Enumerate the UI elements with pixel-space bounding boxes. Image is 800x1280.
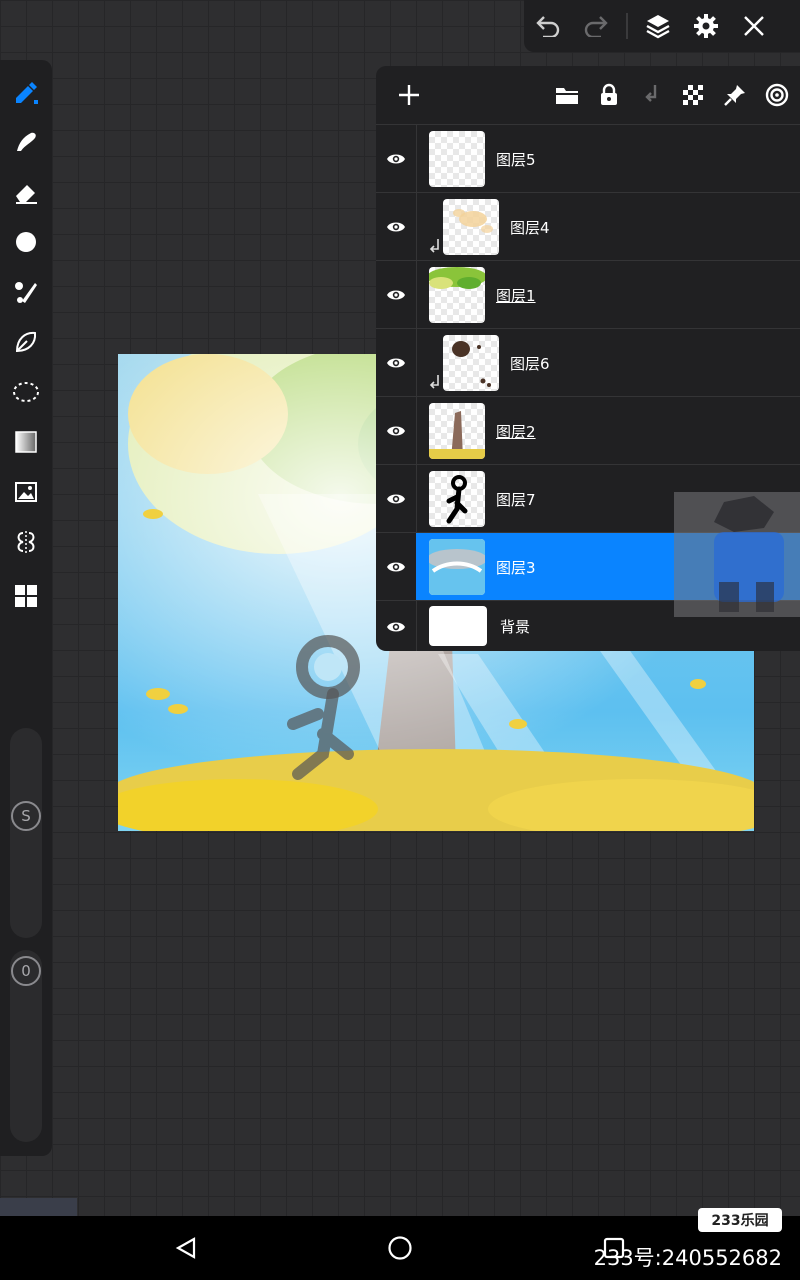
opacity-label: 0 [21, 962, 31, 980]
home-icon[interactable] [370, 1216, 430, 1280]
top-bar [524, 0, 800, 52]
brush-size-label: S [21, 807, 31, 825]
opacity-knob[interactable]: 0 [11, 956, 41, 986]
visibility-eye-icon[interactable] [376, 329, 416, 397]
layer-thumbnail [429, 267, 485, 323]
watermark-badge: 233乐园 [698, 1208, 782, 1232]
visibility-eye-icon[interactable] [376, 533, 416, 601]
visibility-eye-icon[interactable] [376, 601, 416, 652]
brush-size-slider[interactable] [10, 728, 42, 938]
layer-name: 图层4 [510, 219, 550, 237]
redo-icon[interactable] [572, 0, 620, 52]
watermark-text: 233号:240552682 [593, 1246, 782, 1270]
visibility-eye-icon[interactable] [376, 125, 416, 193]
layer-name: 图层5 [496, 151, 536, 169]
layer-name: 背景 [500, 618, 531, 636]
visibility-eye-icon[interactable] [376, 261, 416, 329]
lock-icon[interactable] [588, 66, 630, 124]
layer-row-5[interactable]: 图层5 [376, 124, 800, 192]
layers-icon[interactable] [634, 0, 682, 52]
selection-icon[interactable] [0, 370, 52, 414]
add-layer-icon[interactable] [388, 66, 430, 124]
brush-size-knob[interactable]: S [11, 801, 41, 831]
smudge-icon[interactable] [0, 120, 52, 164]
layer-thumbnail [429, 606, 487, 646]
layer-name: 图层1 [496, 287, 536, 305]
pen-icon[interactable] [0, 70, 52, 114]
layer-thumbnail [429, 539, 485, 595]
transparency-icon[interactable] [672, 66, 714, 124]
clip-arrow-icon [428, 373, 440, 391]
layer-name: 图层2 [496, 423, 536, 441]
layer-thumbnail [443, 199, 499, 255]
layer-row-4[interactable]: 图层4 [376, 192, 800, 260]
target-icon[interactable] [756, 66, 798, 124]
fill-icon[interactable] [0, 220, 52, 264]
symmetry-icon[interactable] [0, 520, 52, 564]
layer-row-1[interactable]: 图层1 [376, 260, 800, 328]
layer-name: 图层6 [510, 355, 550, 373]
layer-thumbnail [429, 471, 485, 527]
layer-thumbnail [429, 403, 485, 459]
image-icon[interactable] [0, 470, 52, 514]
visibility-eye-icon[interactable] [376, 465, 416, 533]
visibility-eye-icon[interactable] [376, 193, 416, 261]
folder-icon[interactable] [546, 66, 588, 124]
layers-panel-header [376, 66, 800, 124]
visibility-eye-icon[interactable] [376, 397, 416, 465]
gradient-icon[interactable] [0, 420, 52, 464]
brush-icon[interactable] [0, 270, 52, 314]
close-icon[interactable] [730, 0, 778, 52]
bottom-left-tab [0, 1198, 77, 1216]
back-icon[interactable] [156, 1216, 216, 1280]
layer-row-2[interactable]: 图层2 [376, 396, 800, 464]
layer-name: 图层3 [496, 559, 536, 577]
layer-row-6[interactable]: 图层6 [376, 328, 800, 396]
layer-name: 图层7 [496, 491, 536, 509]
toolbar-divider [626, 13, 628, 39]
more-icon[interactable] [0, 574, 52, 618]
eraser-icon[interactable] [0, 170, 52, 214]
layer-thumbnail [429, 131, 485, 187]
tool-sidebar: S 0 [0, 60, 52, 1156]
pin-icon[interactable] [714, 66, 756, 124]
gear-icon[interactable] [682, 0, 730, 52]
clip-icon[interactable] [630, 66, 672, 124]
clip-arrow-icon [428, 237, 440, 255]
undo-icon[interactable] [524, 0, 572, 52]
layer-thumbnail [443, 335, 499, 391]
lasso-icon[interactable] [0, 320, 52, 364]
dragged-layer-preview[interactable] [674, 492, 800, 617]
